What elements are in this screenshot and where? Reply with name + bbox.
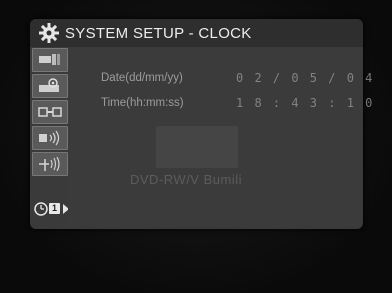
antenna-icon: [39, 156, 60, 172]
page-title: SYSTEM SETUP - CLOCK: [65, 25, 252, 42]
date-field[interactable]: 0 2 / 0 5 / 0 4: [236, 71, 374, 85]
sidebar-item-connection[interactable]: [32, 100, 68, 124]
setup-menu-panel: SYSTEM SETUP - CLOCK 1 DVD-RW/V Bumili D…: [30, 19, 372, 229]
audio-setup-icon: [39, 78, 59, 92]
background-ghost-text: DVD-RW/V Bumili: [130, 172, 242, 187]
sidebar-item-clock[interactable]: 1: [32, 199, 72, 219]
title-bar: SYSTEM SETUP - CLOCK: [30, 19, 363, 47]
sidebar-item-antenna[interactable]: [32, 152, 68, 176]
sidebar-item-audio[interactable]: [32, 74, 68, 98]
time-label: Time(hh:mm:ss): [101, 97, 184, 109]
clock-icon: [34, 202, 48, 216]
clock-page-badge: 1: [49, 203, 60, 214]
background-ghost-box: [156, 126, 238, 168]
speaker-icon: [39, 130, 60, 146]
video-setup-icon: [39, 54, 60, 65]
tv-screen: SYSTEM SETUP - CLOCK 1 DVD-RW/V Bumili D…: [0, 0, 392, 293]
gear-icon: [39, 23, 59, 43]
setup-sidebar: 1: [32, 48, 69, 226]
clock-settings-area: DVD-RW/V Bumili Date(dd/mm/yy) 0 2 / 0 5…: [68, 48, 372, 226]
time-field[interactable]: 1 8 : 4 3 : 1 0: [236, 96, 374, 110]
connection-icon: [38, 107, 62, 117]
date-label: Date(dd/mm/yy): [101, 72, 183, 84]
sidebar-item-video[interactable]: [32, 48, 68, 72]
sidebar-item-speaker[interactable]: [32, 126, 68, 150]
